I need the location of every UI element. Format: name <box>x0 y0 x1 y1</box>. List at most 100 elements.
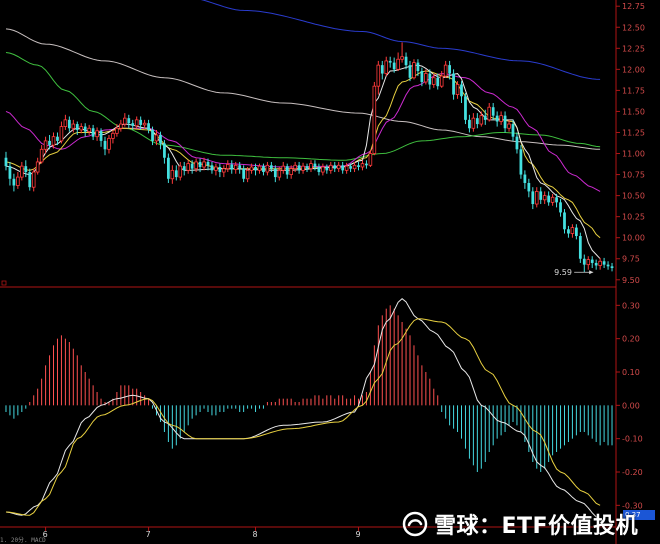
candle-body <box>75 124 79 130</box>
dea-line <box>5 318 601 516</box>
candle-body <box>222 168 226 173</box>
candle-body <box>452 73 455 95</box>
candle-body <box>547 195 551 203</box>
candle-body <box>468 119 471 129</box>
candle-body <box>582 258 586 265</box>
candle-body <box>166 157 170 179</box>
candle-body <box>487 106 492 121</box>
candle-body <box>31 171 36 188</box>
candle <box>475 113 479 129</box>
candle-body <box>408 65 412 78</box>
candle-body <box>392 62 396 70</box>
dif-line <box>5 298 601 520</box>
candle <box>127 114 131 129</box>
candle-body <box>325 166 329 171</box>
candle-body <box>142 122 147 126</box>
candle <box>103 136 107 156</box>
price-ytick-label: 9.75 <box>622 255 640 264</box>
candle-body <box>59 126 64 142</box>
candle-body <box>83 126 87 132</box>
price-ytick-label: 12.75 <box>622 2 645 11</box>
candle <box>515 132 519 154</box>
candle-body <box>475 118 479 125</box>
candle-body <box>119 123 123 129</box>
snowball-logo-icon <box>402 511 428 537</box>
price-ytick-label: 11.00 <box>622 150 645 159</box>
candle-body <box>147 123 150 130</box>
candle-body <box>550 196 555 203</box>
candle-body <box>606 264 610 267</box>
price-panel: 9.59 <box>4 0 614 277</box>
candle-body <box>388 60 392 63</box>
candle-body <box>586 259 591 266</box>
candle-body <box>443 64 448 77</box>
candle <box>301 162 305 174</box>
candle-body <box>333 165 337 169</box>
candle-body <box>182 166 186 171</box>
candle-body <box>534 191 539 205</box>
axes: 9.50 9.75 10.00 10.25 10.50 10.75 11.00 11.25 11… <box>0 0 645 544</box>
candle <box>602 257 606 269</box>
candle-body <box>471 117 476 129</box>
candle-body <box>281 165 286 171</box>
candle <box>214 163 218 176</box>
chart-canvas: 9.59 9.50 9.75 10.00 10.25 10.50 10.75 11.00 11… <box>0 0 645 544</box>
candle <box>590 256 594 269</box>
price-ytick-label: 9.50 <box>622 276 640 285</box>
price-ytick-label: 11.75 <box>622 86 645 95</box>
candle-body <box>455 84 460 95</box>
candle-body <box>376 64 381 87</box>
candle-body <box>464 96 467 120</box>
candle <box>16 172 20 189</box>
candle-body <box>293 164 297 170</box>
candle-body <box>190 163 194 169</box>
candle <box>281 161 286 174</box>
candle <box>499 111 503 125</box>
low-price-arrowhead <box>589 270 594 275</box>
candle-body <box>365 163 368 166</box>
candle-body <box>328 164 333 171</box>
price-ytick-label: 11.50 <box>622 107 645 116</box>
panel-marker <box>1 280 7 286</box>
candle <box>226 160 230 173</box>
candle-body <box>574 227 578 237</box>
candle <box>372 81 377 156</box>
candle <box>111 129 115 144</box>
candle <box>598 257 602 270</box>
candle <box>570 224 575 238</box>
candle-body <box>357 165 360 167</box>
candle <box>452 69 455 100</box>
candle-body <box>226 164 230 170</box>
candle-body <box>12 178 16 186</box>
candle <box>67 116 71 132</box>
candle <box>265 161 270 176</box>
candle-body <box>202 161 206 168</box>
candle <box>79 123 84 134</box>
candle <box>503 111 507 133</box>
candle-body <box>460 84 463 97</box>
candle <box>357 161 360 171</box>
candle-body <box>99 130 103 141</box>
candle-body <box>448 65 452 74</box>
xtick-label: 9 <box>356 530 361 539</box>
candle-body <box>79 126 84 131</box>
candle <box>218 163 222 178</box>
candle <box>578 232 582 263</box>
macd-ytick-label: 0.00 <box>622 401 640 410</box>
candle-body <box>186 163 190 171</box>
candle-body <box>254 166 257 171</box>
candle-body <box>519 149 523 175</box>
candle-body <box>194 161 198 170</box>
candle-body <box>396 58 400 70</box>
macd-ytick-label: -0.20 <box>622 468 643 477</box>
candle <box>479 111 484 127</box>
candle-body <box>91 128 95 137</box>
candle-body <box>51 136 56 146</box>
candle <box>586 256 591 270</box>
candle-body <box>151 129 154 141</box>
xtick-label: 7 <box>146 530 151 539</box>
candle-body <box>16 176 20 186</box>
candle-body <box>578 236 582 259</box>
candle-body <box>35 161 40 173</box>
candle-body <box>269 165 273 169</box>
